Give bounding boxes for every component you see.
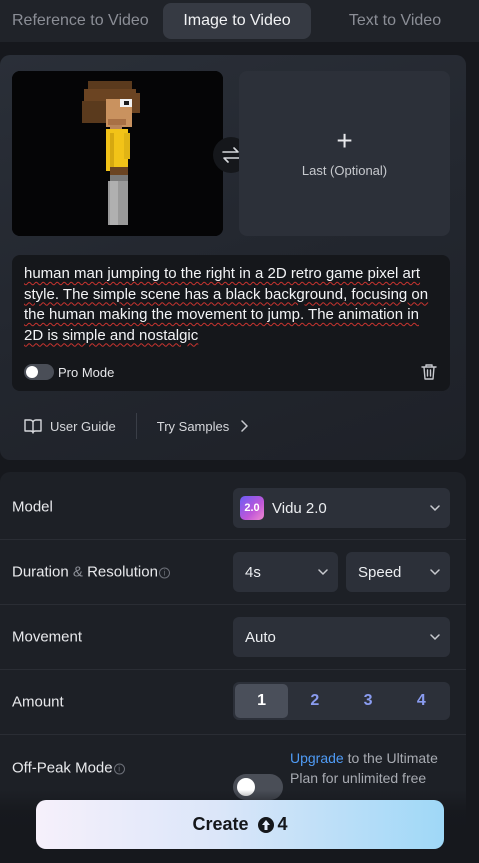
prompt-text[interactable]: human man jumping to the right in a 2D r… bbox=[24, 264, 442, 346]
image-upload-card: + Last (Optional) human man jumping to t… bbox=[0, 55, 466, 460]
amount-row: Amount 1 2 3 4 bbox=[0, 670, 466, 735]
pro-mode-label: Pro Mode bbox=[58, 365, 115, 380]
resolution-label: Resolution bbox=[87, 563, 158, 581]
chevron-down-icon bbox=[430, 634, 440, 641]
model-row: Model 2.0 Vidu 2.0 bbox=[0, 475, 466, 540]
upgrade-note: Upgrade to the Ultimate Plan for unlimit… bbox=[290, 748, 440, 788]
prompt-textarea[interactable]: human man jumping to the right in a 2D r… bbox=[12, 255, 450, 391]
tab-reference-to-video[interactable]: Reference to Video bbox=[0, 3, 150, 39]
vidu-logo-icon: 2.0 bbox=[240, 496, 264, 520]
credit-icon bbox=[257, 816, 274, 833]
info-icon[interactable]: i bbox=[158, 567, 170, 579]
chevron-right-icon bbox=[241, 420, 248, 432]
first-frame-image[interactable] bbox=[12, 71, 223, 236]
last-frame-label: Last (Optional) bbox=[301, 163, 388, 178]
model-select[interactable]: 2.0 Vidu 2.0 bbox=[233, 488, 450, 528]
model-label: Model bbox=[12, 498, 53, 516]
movement-value: Auto bbox=[245, 628, 276, 646]
amount-option-4[interactable]: 4 bbox=[395, 684, 448, 718]
resolution-select[interactable]: Speed bbox=[346, 552, 450, 592]
create-label: Create bbox=[192, 814, 249, 834]
chevron-down-icon bbox=[430, 569, 440, 576]
chevron-down-icon bbox=[318, 569, 328, 576]
model-value: Vidu 2.0 bbox=[272, 499, 327, 517]
pixel-character-image bbox=[12, 71, 223, 236]
divider bbox=[135, 413, 137, 439]
movement-select[interactable]: Auto bbox=[233, 617, 450, 657]
amount-option-1[interactable]: 1 bbox=[235, 684, 289, 718]
pro-mode-toggle[interactable] bbox=[24, 364, 54, 380]
duration-select[interactable]: 4s bbox=[233, 552, 338, 592]
guide-row: User Guide Try Samples bbox=[24, 413, 249, 439]
book-icon bbox=[24, 419, 42, 434]
amount-option-3[interactable]: 3 bbox=[342, 684, 395, 718]
amount-option-2[interactable]: 2 bbox=[288, 684, 341, 718]
user-guide-link[interactable]: User Guide bbox=[50, 419, 116, 434]
amount-selector: 1 2 3 4 bbox=[233, 682, 450, 720]
duration-resolution-label: Duration & Resolution i bbox=[12, 564, 170, 581]
plus-icon: + bbox=[336, 125, 353, 156]
mode-tabs: Reference to Video Image to Video Text t… bbox=[0, 0, 479, 42]
duration-resolution-row: Duration & Resolution i 4s Speed bbox=[0, 540, 466, 605]
chevron-down-icon bbox=[430, 505, 440, 512]
offpeak-label: Off-Peak Mode i bbox=[12, 759, 125, 776]
offpeak-label-text: Off-Peak Mode bbox=[12, 759, 113, 776]
create-button[interactable]: Create 4 bbox=[36, 800, 444, 849]
last-frame-upload[interactable]: + Last (Optional) bbox=[239, 71, 450, 236]
ampersand: & bbox=[72, 563, 83, 581]
tab-text-to-video[interactable]: Text to Video bbox=[311, 3, 479, 39]
duration-value: 4s bbox=[245, 563, 261, 581]
amount-label: Amount bbox=[12, 693, 64, 711]
movement-label: Movement bbox=[12, 628, 83, 646]
duration-label: Duration bbox=[12, 563, 69, 581]
try-samples-link[interactable]: Try Samples bbox=[157, 419, 229, 434]
movement-row: Movement Auto bbox=[0, 605, 466, 670]
tab-image-to-video[interactable]: Image to Video bbox=[163, 3, 311, 39]
speed-value: Speed bbox=[358, 563, 402, 581]
trash-icon[interactable] bbox=[421, 363, 437, 381]
create-credits: 4 bbox=[277, 814, 288, 834]
upgrade-link[interactable]: Upgrade bbox=[290, 750, 344, 766]
info-icon[interactable]: i bbox=[113, 763, 125, 774]
